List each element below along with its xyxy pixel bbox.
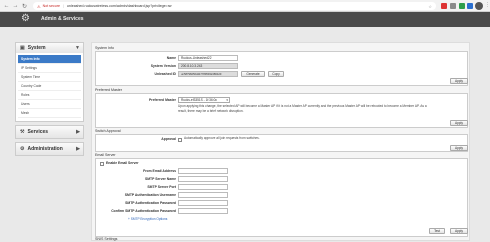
group-title: SNIS Settings — [95, 237, 118, 241]
sidebar-item-country-code[interactable]: Country Code — [18, 82, 81, 91]
chevron-right-icon: ▶ — [76, 129, 80, 135]
extension-icon[interactable] — [467, 3, 473, 9]
field-label: Confirm SMTP Authentication Password — [111, 209, 176, 213]
back-icon[interactable]: ← — [2, 2, 11, 11]
field-label: SMTP Server Name — [144, 177, 176, 181]
admin-gear-icon: ⚙ — [20, 146, 25, 152]
extension-icon[interactable] — [450, 3, 456, 9]
preferred-master-group: Preferred Master Preferred Master Rucks-… — [95, 88, 468, 128]
main-panel: System Info Name Ruckus-Unleashed22 Syst… — [91, 42, 470, 241]
generate-button[interactable]: Generate — [241, 71, 265, 77]
from-email-input[interactable] — [178, 168, 228, 174]
approval-checkbox[interactable] — [178, 137, 182, 142]
snis-settings-group: SNIS Settings — [95, 237, 468, 242]
bookmark-star-icon[interactable]: ☆ — [428, 4, 432, 9]
sidebar-header-label: Administration — [27, 146, 63, 152]
sidebar: ▣ System ▼ System Info IP Settings Syste… — [15, 42, 84, 159]
extension-icon[interactable] — [459, 3, 465, 9]
system-info-group: System Info Name Ruckus-Unleashed22 Syst… — [95, 46, 468, 86]
preferred-master-select[interactable]: Rucks-ef3351S - 1f:36:0c ▾ — [178, 97, 230, 103]
preferred-master-note: Upon applying this change, the selected … — [178, 104, 466, 114]
sidebar-item-roles[interactable]: Roles — [18, 91, 81, 100]
chevron-right-icon: ▶ — [76, 146, 80, 152]
extension-icon[interactable] — [441, 3, 447, 9]
services-icon: ⚒ — [20, 129, 25, 135]
reload-icon[interactable]: ↻ — [20, 2, 29, 11]
sidebar-header-administration[interactable]: ⚙ Administration ▶ — [16, 143, 83, 155]
sidebar-item-system-time[interactable]: System Time — [18, 73, 81, 82]
apply-button[interactable]: Apply — [450, 78, 468, 84]
sidebar-header-services[interactable]: ⚒ Services ▶ — [16, 126, 83, 138]
copy-button[interactable]: Copy — [268, 71, 284, 77]
chevron-down-icon: ▾ — [226, 98, 228, 102]
unleashed-id-label: Unleashed ID — [154, 72, 176, 76]
sidebar-item-system-info[interactable]: System Info — [18, 55, 81, 64]
smtp-username-input[interactable] — [178, 192, 228, 198]
sidebar-header-label: Services — [27, 129, 49, 135]
note-line: result, there may be a brief network dis… — [178, 109, 244, 113]
profile-avatar[interactable] — [475, 2, 483, 10]
not-secure-label: Not secure — [42, 4, 60, 8]
test-button[interactable]: Test — [429, 228, 445, 234]
approval-text: Automatically approve all join requests … — [184, 136, 260, 140]
field-label: SMTP Server Port — [147, 185, 176, 189]
unleashed-id-value: un58798256d4477895932486429 — [178, 71, 238, 77]
field-label: SMTP Authentication Username — [124, 193, 176, 197]
smtp-server-port-input[interactable] — [178, 184, 228, 190]
name-input[interactable]: Ruckus-Unleashed22 — [178, 55, 238, 61]
sidebar-item-mesh[interactable]: Mesh — [18, 109, 81, 118]
warning-icon: ⚠ — [37, 3, 41, 9]
url-text[interactable]: unleashed.ruckuswireless.com/admin/dashb… — [67, 4, 172, 8]
chevron-down-icon: ▼ — [75, 45, 80, 51]
url-separator: | — [62, 4, 64, 8]
sidebar-section-services: ⚒ Services ▶ — [15, 125, 84, 139]
smtp-confirm-password-input[interactable] — [178, 208, 228, 214]
sidebar-section-system: ▣ System ▼ System Info IP Settings Syste… — [15, 42, 84, 122]
system-version-label: System Version — [150, 64, 176, 68]
forward-icon[interactable]: → — [11, 2, 20, 11]
smtp-encryption-options-link[interactable]: + SMTP Encryption Options — [128, 217, 167, 221]
preferred-master-label: Preferred Master — [149, 98, 176, 102]
sidebar-header-system[interactable]: ▣ System ▼ — [16, 43, 83, 53]
sidebar-header-label: System — [27, 45, 46, 51]
preferred-master-value: Rucks-ef3351S - 1f:36:0c — [181, 98, 217, 102]
link-label: SMTP Encryption Options — [130, 217, 168, 221]
browser-toolbar: ← → ↻ ⚠ Not secure | unleashed.ruckuswir… — [0, 0, 490, 12]
apply-button[interactable]: Apply — [450, 145, 468, 151]
field-label: From Email Address — [143, 169, 176, 173]
page-title: Admin & Services — [41, 16, 84, 22]
app-header: ⚙ Admin & Services — [0, 12, 490, 27]
system-version-value: 200.8.10.3.243 — [178, 63, 238, 69]
apply-button[interactable]: Apply — [450, 120, 468, 126]
enable-email-checkbox[interactable] — [100, 161, 104, 166]
name-label: Name — [166, 56, 176, 60]
browser-menu-icon[interactable]: ⋮ — [485, 2, 490, 8]
gear-icon: ⚙ — [21, 13, 30, 24]
switch-approval-group: Switch Approval Approval Automatically a… — [95, 129, 468, 152]
sidebar-section-administration: ⚙ Administration ▶ — [15, 142, 84, 156]
field-label: SMTP Authentication Password — [125, 201, 176, 205]
address-bar[interactable]: ⚠ Not secure | unleashed.ruckuswireless.… — [33, 2, 436, 10]
enable-email-label: Enable Email Server — [106, 161, 139, 165]
monitor-icon: ▣ — [20, 45, 25, 51]
sidebar-item-users[interactable]: Users — [18, 100, 81, 109]
approval-label: Approval — [161, 137, 176, 141]
sidebar-item-ip-settings[interactable]: IP Settings — [18, 64, 81, 73]
smtp-server-name-input[interactable] — [178, 176, 228, 182]
email-server-group: Email Server Enable Email Server From Em… — [95, 153, 468, 237]
apply-button[interactable]: Apply — [450, 228, 468, 234]
smtp-password-input[interactable] — [178, 200, 228, 206]
